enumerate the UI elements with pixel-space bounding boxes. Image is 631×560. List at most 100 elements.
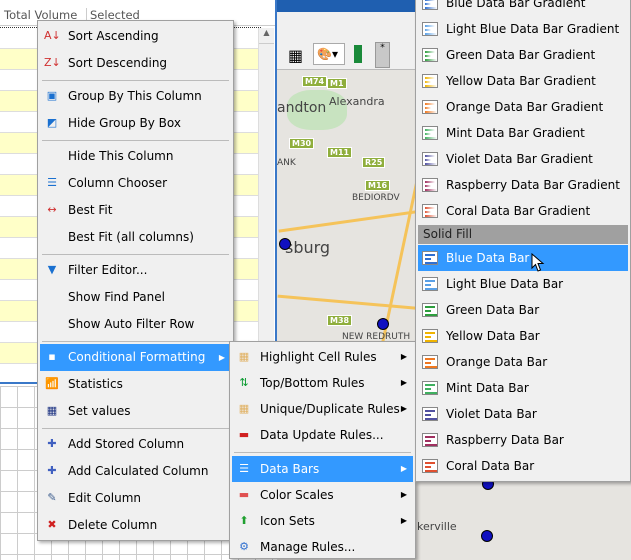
- menu-item-violet-data-bar-gradient[interactable]: Violet Data Bar Gradient: [418, 146, 628, 172]
- menu-item-mint-data-bar-gradient[interactable]: Mint Data Bar Gradient: [418, 120, 628, 146]
- menu-item-unique-duplicate-rules[interactable]: ▦ Unique/Duplicate Rules ▶: [232, 396, 413, 422]
- data-update-icon: ▬: [238, 428, 250, 441]
- data-bar-swatch: [425, 362, 431, 364]
- menu-item-icon-sets[interactable]: ⬆ Icon Sets ▶: [232, 508, 413, 534]
- menu-item-label: Add Stored Column: [68, 437, 185, 451]
- menu-item-orange-data-bar[interactable]: Orange Data Bar: [418, 349, 628, 375]
- menu-item-raspberry-data-bar-gradient[interactable]: Raspberry Data Bar Gradient: [418, 172, 628, 198]
- menu-item-label: Show Auto Filter Row: [68, 317, 195, 331]
- data-bar-swatch: [425, 59, 437, 61]
- menu-item-color-scales[interactable]: ▬ Color Scales ▶: [232, 482, 413, 508]
- data-bar-icon: [422, 329, 438, 343]
- menu-separator: [234, 452, 411, 453]
- highlight-cells-icon: ▦: [238, 350, 250, 363]
- data-bar-swatch: [425, 254, 435, 256]
- data-bar-swatch: [425, 444, 437, 446]
- color-scales-icon: ▬: [238, 488, 250, 501]
- menu-item-column-chooser[interactable]: ☰ Column Chooser: [40, 170, 231, 197]
- menu-item-label: Manage Rules...: [260, 540, 356, 554]
- menu-item-statistics[interactable]: 📶 Statistics: [40, 371, 231, 398]
- data-bar-swatch: [425, 189, 437, 191]
- menu-item-light-blue-data-bar-gradient[interactable]: Light Blue Data Bar Gradient: [418, 16, 628, 42]
- menu-item-label: Highlight Cell Rules: [260, 350, 377, 364]
- menu-item-label: Sort Ascending: [68, 29, 159, 43]
- conditional-formatting-submenu: ▦ Highlight Cell Rules ▶ ⇅ Top/Bottom Rules ▶…: [229, 341, 416, 559]
- map-marker[interactable]: [481, 530, 493, 542]
- data-bar-icon: [422, 0, 438, 10]
- data-bar-swatch: [425, 211, 431, 213]
- menu-item-data-bars[interactable]: ☰ Data Bars ▶: [232, 456, 413, 482]
- menu-item-show-find-panel[interactable]: Show Find Panel: [40, 284, 231, 311]
- conditional-formatting-icon: ▪: [48, 350, 56, 363]
- menu-item-green-data-bar-gradient[interactable]: Green Data Bar Gradient: [418, 42, 628, 68]
- submenu-arrow-icon: ▶: [400, 352, 407, 361]
- menu-item-yellow-data-bar[interactable]: Yellow Data Bar: [418, 323, 628, 349]
- menu-item-label: Yellow Data Bar: [446, 329, 540, 343]
- road-shield: M30: [289, 138, 315, 149]
- data-bar-swatch: [425, 262, 437, 264]
- road-shield: R25: [362, 157, 386, 168]
- data-bar-swatch: [425, 418, 437, 420]
- menu-item-label: Blue Data Bar: [446, 251, 530, 265]
- menu-item-blue-data-bar[interactable]: Blue Data Bar: [418, 245, 628, 271]
- data-bar-swatch: [425, 85, 437, 87]
- menu-item-edit-column[interactable]: ✎ Edit Column: [40, 485, 231, 512]
- menu-item-label: Mint Data Bar Gradient: [446, 126, 585, 140]
- menu-item-sort-ascending[interactable]: A↓ Sort Ascending: [40, 23, 231, 50]
- data-bar-icon: [422, 22, 438, 36]
- menu-item-manage-rules[interactable]: ⚙ Manage Rules...: [232, 534, 413, 560]
- menu-item-delete-column[interactable]: ✖ Delete Column: [40, 512, 231, 539]
- group-by-icon: ▣: [46, 89, 58, 102]
- menu-item-conditional-formatting[interactable]: ▪ Conditional Formatting ▶: [40, 344, 231, 371]
- submenu-arrow-icon: ▶: [400, 516, 407, 525]
- menu-item-highlight-cell-rules[interactable]: ▦ Highlight Cell Rules ▶: [232, 344, 413, 370]
- map-marker[interactable]: [279, 238, 291, 250]
- color-palette-dropdown[interactable]: 🎨▾: [313, 43, 345, 65]
- map-marker[interactable]: [377, 318, 389, 330]
- data-bar-swatch: [425, 51, 435, 53]
- data-bar-swatch: [425, 33, 437, 35]
- data-bar-swatch: [425, 314, 437, 316]
- data-bar-swatch: [425, 107, 431, 109]
- menu-item-group-by-this-column[interactable]: ▣ Group By This Column: [40, 83, 231, 110]
- vertical-scrollbar[interactable]: ▲: [258, 28, 274, 344]
- menu-item-violet-data-bar[interactable]: Violet Data Bar: [418, 401, 628, 427]
- data-bar-icon: [422, 433, 438, 447]
- data-bar-swatch: [425, 410, 435, 412]
- menu-item-blue-data-bar-gradient[interactable]: Blue Data Bar Gradient: [418, 0, 628, 16]
- menu-item-coral-data-bar-gradient[interactable]: Coral Data Bar Gradient: [418, 198, 628, 224]
- data-bar-swatch: [425, 466, 431, 468]
- menu-item-label: Best Fit (all columns): [68, 230, 194, 244]
- menu-item-filter-editor[interactable]: ▼ Filter Editor...: [40, 257, 231, 284]
- menu-item-yellow-data-bar-gradient[interactable]: Yellow Data Bar Gradient: [418, 68, 628, 94]
- menu-item-coral-data-bar[interactable]: Coral Data Bar: [418, 453, 628, 479]
- menu-item-green-data-bar[interactable]: Green Data Bar: [418, 297, 628, 323]
- menu-item-top-bottom-rules[interactable]: ⇅ Top/Bottom Rules ▶: [232, 370, 413, 396]
- data-bar-swatch: [425, 358, 435, 360]
- menu-item-sort-descending[interactable]: Z↓ Sort Descending: [40, 50, 231, 77]
- data-bar-swatch: [425, 392, 437, 394]
- data-bar-icon: [422, 48, 438, 62]
- data-bar-icon: [422, 152, 438, 166]
- bookmark-icon[interactable]: [354, 45, 362, 63]
- menu-item-show-auto-filter-row[interactable]: Show Auto Filter Row: [40, 311, 231, 338]
- menu-item-light-blue-data-bar[interactable]: Light Blue Data Bar: [418, 271, 628, 297]
- grid-icon[interactable]: ▦: [288, 46, 303, 65]
- menu-item-label: Orange Data Bar: [446, 355, 548, 369]
- menu-item-add-calculated-column[interactable]: ✚ Add Calculated Column: [40, 458, 231, 485]
- menu-separator: [42, 80, 229, 81]
- scroll-up-icon[interactable]: ▲: [259, 28, 274, 44]
- menu-item-mint-data-bar[interactable]: Mint Data Bar: [418, 375, 628, 401]
- menu-item-best-fit[interactable]: ↔ Best Fit: [40, 197, 231, 224]
- star-button[interactable]: *: [375, 42, 390, 68]
- menu-separator: [42, 254, 229, 255]
- menu-item-set-values[interactable]: ▦ Set values: [40, 398, 231, 425]
- menu-item-add-stored-column[interactable]: ✚ Add Stored Column: [40, 431, 231, 458]
- menu-item-raspberry-data-bar[interactable]: Raspberry Data Bar: [418, 427, 628, 453]
- menu-item-hide-this-column[interactable]: Hide This Column: [40, 143, 231, 170]
- data-bar-swatch: [425, 185, 431, 187]
- menu-item-data-update-rules[interactable]: ▬ Data Update Rules...: [232, 422, 413, 448]
- menu-item-hide-group-by-box[interactable]: ◩ Hide Group By Box: [40, 110, 231, 137]
- menu-item-best-fit-all-columns[interactable]: Best Fit (all columns): [40, 224, 231, 251]
- menu-item-orange-data-bar-gradient[interactable]: Orange Data Bar Gradient: [418, 94, 628, 120]
